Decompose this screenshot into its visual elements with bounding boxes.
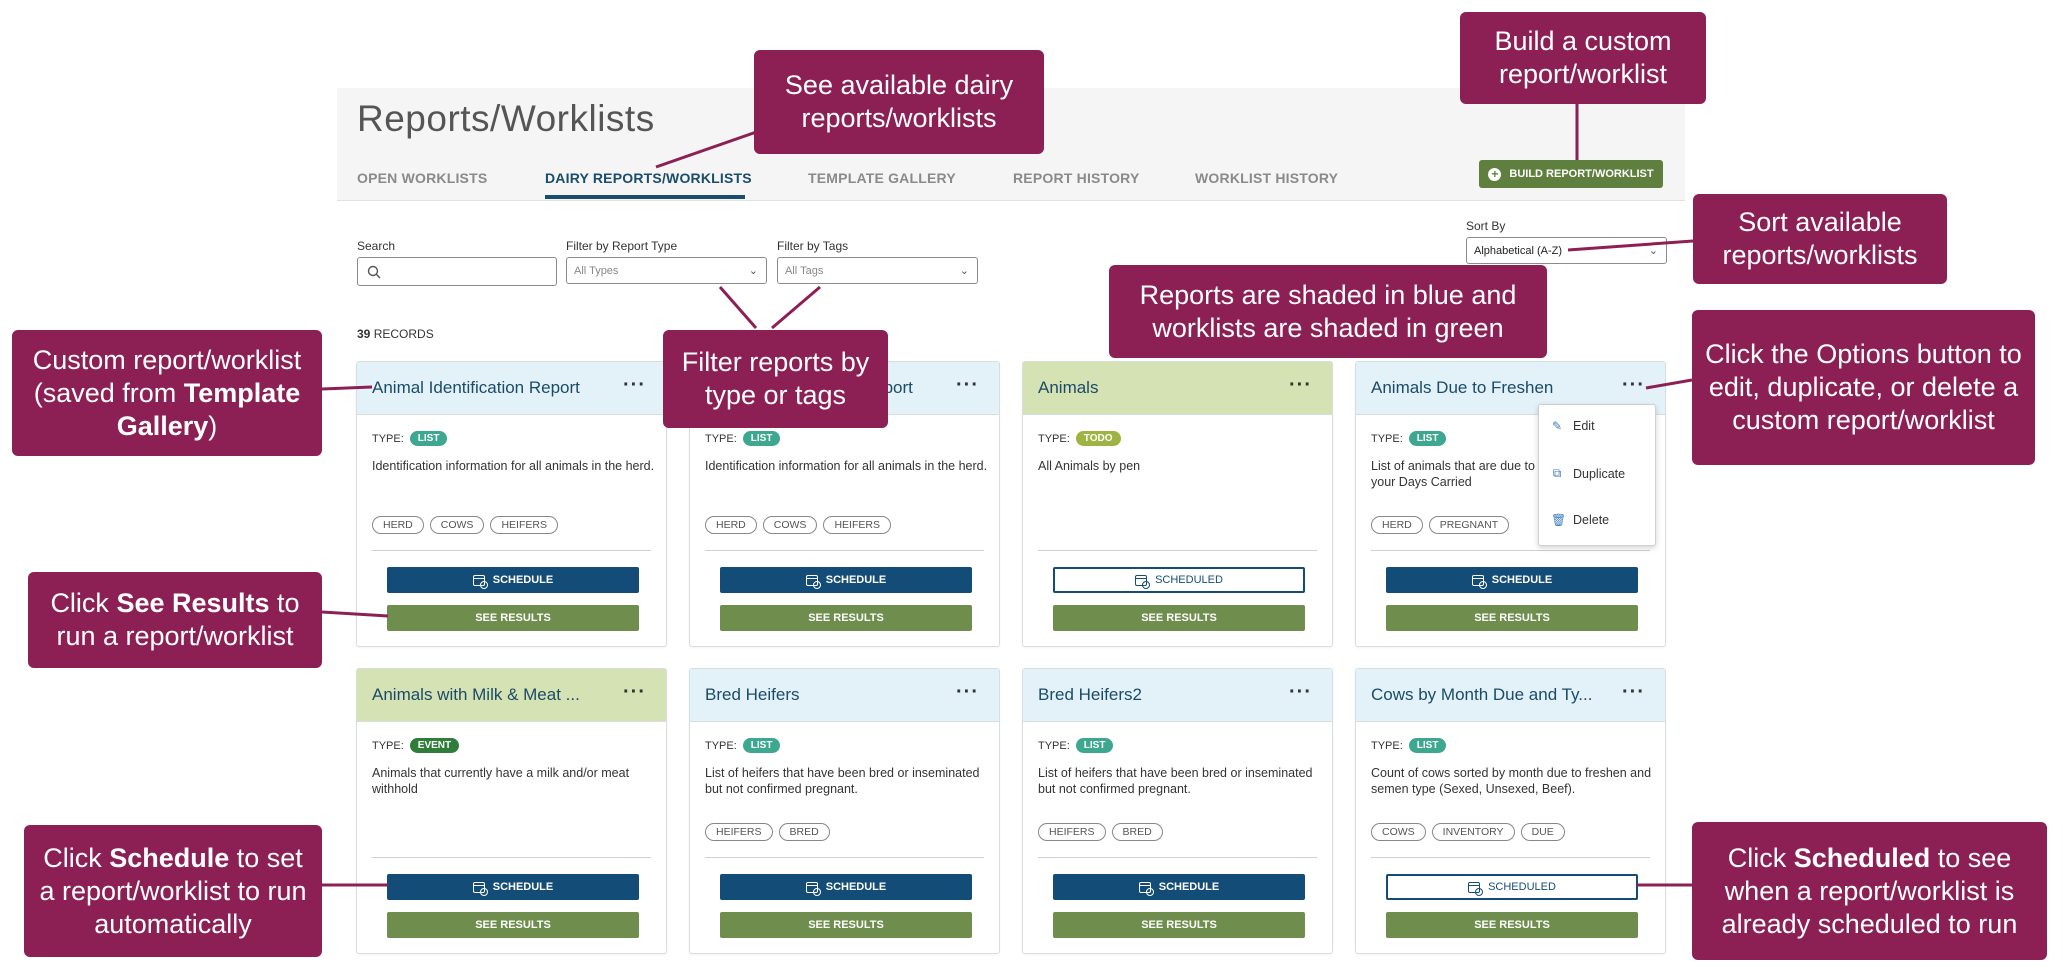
callout-scheduled: Click Scheduled to see when a report/wor… — [1692, 822, 2047, 960]
callout-custom-report: Custom report/worklist (saved from Templ… — [12, 330, 322, 456]
callout-sort: Sort available reports/worklists — [1693, 194, 1947, 284]
callout-options: Click the Options button to edit, duplic… — [1692, 310, 2035, 465]
callout-results-text: Click See Results to run a report/workli… — [50, 588, 300, 651]
callout-schedule-text: Click Schedule to set a report/worklist … — [39, 842, 307, 939]
callout-build-custom: Build a custom report/worklist — [1460, 12, 1706, 104]
callout-schedule: Click Schedule to set a report/worklist … — [24, 825, 322, 957]
callout-dairy-reports: See available dairy reports/worklists — [754, 50, 1044, 154]
callout-see-results: Click See Results to run a report/workli… — [28, 572, 322, 668]
callout-custom-text: Custom report/worklist (saved from Templ… — [32, 344, 302, 441]
callout-filter: Filter reports by type or tags — [663, 330, 888, 428]
callout-shading: Reports are shaded in blue and worklists… — [1109, 265, 1547, 358]
callout-scheduled-text: Click Scheduled to see when a report/wor… — [1721, 842, 2018, 939]
